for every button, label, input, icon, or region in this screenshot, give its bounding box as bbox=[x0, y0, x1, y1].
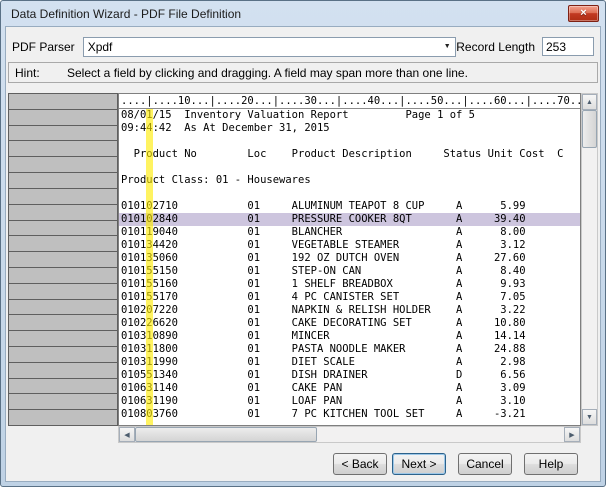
report-header-line[interactable]: 09:44:42 As At December 31, 2015 bbox=[119, 122, 580, 135]
horizontal-scrollbar[interactable]: ◀ ▶ bbox=[118, 426, 581, 443]
field-grid-cell bbox=[8, 283, 118, 300]
report-header-line[interactable]: Product Class: 01 - Housewares bbox=[119, 174, 580, 187]
report-header-line[interactable] bbox=[119, 135, 580, 148]
report-line[interactable]: 010119040 01 BLANCHER A 8.00 bbox=[119, 226, 580, 239]
field-grid-cell bbox=[8, 156, 118, 173]
report-line[interactable]: 010134420 01 VEGETABLE STEAMER A 3.12 bbox=[119, 239, 580, 252]
field-grid-cell bbox=[8, 346, 118, 363]
selected-column-highlight[interactable] bbox=[146, 109, 153, 425]
arrow-up-icon: ▲ bbox=[586, 99, 593, 106]
report-line[interactable]: 010551340 01 DISH DRAINER D 6.56 bbox=[119, 369, 580, 382]
field-grid-cell bbox=[8, 267, 118, 284]
report-text[interactable]: 08/01/15 Inventory Valuation Report Page… bbox=[119, 109, 580, 425]
field-grid-cell bbox=[8, 235, 118, 252]
report-line[interactable]: 010311990 01 DIET SCALE A 2.98 bbox=[119, 356, 580, 369]
chevron-down-icon[interactable]: ▼ bbox=[439, 43, 455, 50]
report-line[interactable]: 010102710 01 ALUMINUM TEAPOT 8 CUP A 5.9… bbox=[119, 200, 580, 213]
back-button[interactable]: < Back bbox=[333, 453, 387, 475]
scrollbar-corner bbox=[581, 426, 598, 443]
report-area[interactable]: ....|....10...|....20...|....30...|....4… bbox=[118, 93, 581, 426]
dialog-window: Data Definition Wizard - PDF File Defini… bbox=[0, 0, 606, 487]
window-title: Data Definition Wizard - PDF File Defini… bbox=[11, 7, 241, 21]
column-ruler: ....|....10...|....20...|....30...|....4… bbox=[119, 94, 580, 109]
report-line[interactable]: 010803760 01 7 PC KITCHEN TOOL SET A -3.… bbox=[119, 408, 580, 421]
field-grid-cell bbox=[8, 330, 118, 347]
close-icon: × bbox=[580, 8, 586, 19]
arrow-right-icon: ▶ bbox=[569, 431, 574, 439]
field-grid-cell bbox=[8, 188, 118, 205]
parser-row: PDF Parser Xpdf ▼ Record Length bbox=[12, 36, 594, 57]
title-bar[interactable]: Data Definition Wizard - PDF File Defini… bbox=[5, 1, 601, 26]
report-header-line[interactable]: 08/01/15 Inventory Valuation Report Page… bbox=[119, 109, 580, 122]
vertical-scroll-thumb[interactable] bbox=[582, 110, 597, 148]
field-grid-cell bbox=[8, 109, 118, 126]
hint-label: Hint: bbox=[9, 66, 67, 80]
pdf-parser-select[interactable]: Xpdf ▼ bbox=[83, 37, 457, 57]
report-line[interactable]: 010207220 01 NAPKIN & RELISH HOLDER A 3.… bbox=[119, 304, 580, 317]
scroll-up-button[interactable]: ▲ bbox=[582, 94, 597, 110]
cancel-button[interactable]: Cancel bbox=[458, 453, 512, 475]
arrow-left-icon: ◀ bbox=[124, 431, 129, 439]
help-button[interactable]: Help bbox=[524, 453, 578, 475]
report-line[interactable]: 010631140 01 CAKE PAN A 3.09 bbox=[119, 382, 580, 395]
report-line[interactable]: 010135060 01 192 OZ DUTCH OVEN A 27.60 bbox=[119, 252, 580, 265]
report-line[interactable]: 010102840 01 PRESSURE COOKER 8QT A 39.40 bbox=[119, 213, 580, 226]
report-header-line[interactable]: Product No Loc Product Description Statu… bbox=[119, 148, 580, 161]
scroll-down-button[interactable]: ▼ bbox=[582, 409, 597, 425]
pdf-parser-label: PDF Parser bbox=[12, 40, 75, 54]
pdf-preview: ....|....10...|....20...|....30...|....4… bbox=[8, 93, 598, 443]
report-line[interactable]: 010631190 01 LOAF PAN A 3.10 bbox=[119, 395, 580, 408]
vertical-scroll-track[interactable] bbox=[582, 110, 597, 409]
report-line[interactable]: 010155150 01 STEP-ON CAN A 8.40 bbox=[119, 265, 580, 278]
field-grid-cell bbox=[8, 251, 118, 268]
horizontal-scroll-thumb[interactable] bbox=[135, 427, 317, 442]
horizontal-scroll-track[interactable] bbox=[135, 427, 564, 442]
report-line[interactable]: 010155160 01 1 SHELF BREADBOX A 9.93 bbox=[119, 278, 580, 291]
field-grid-cell bbox=[8, 362, 118, 379]
field-grid-cell bbox=[8, 204, 118, 221]
close-button[interactable]: × bbox=[568, 5, 599, 22]
button-row: < Back Next > Cancel Help bbox=[328, 453, 578, 475]
next-button[interactable]: Next > bbox=[392, 453, 446, 475]
report-line[interactable]: 010311800 01 PASTA NOODLE MAKER A 24.88 bbox=[119, 343, 580, 356]
field-grid-cell bbox=[8, 393, 118, 410]
field-grid-cell bbox=[8, 93, 118, 110]
field-grid-cell bbox=[8, 172, 118, 189]
pdf-parser-value: Xpdf bbox=[84, 40, 440, 54]
scroll-left-button[interactable]: ◀ bbox=[119, 427, 135, 442]
field-grid-cell bbox=[8, 314, 118, 331]
field-grid-cell bbox=[8, 378, 118, 395]
dialog-client-area: PDF Parser Xpdf ▼ Record Length Hint: Se… bbox=[5, 26, 601, 482]
vertical-scrollbar[interactable]: ▲ ▼ bbox=[581, 93, 598, 426]
hint-text: Select a field by clicking and dragging.… bbox=[67, 66, 468, 80]
report-line[interactable]: 010310890 01 MINCER A 14.14 bbox=[119, 330, 580, 343]
report-line[interactable]: 010226620 01 CAKE DECORATING SET A 10.80 bbox=[119, 317, 580, 330]
record-length-label: Record Length bbox=[456, 40, 535, 54]
report-header-line[interactable] bbox=[119, 187, 580, 200]
field-grid-cell bbox=[8, 125, 118, 142]
scroll-right-button[interactable]: ▶ bbox=[564, 427, 580, 442]
arrow-down-icon: ▼ bbox=[586, 414, 593, 421]
field-grid-cell bbox=[8, 409, 118, 426]
field-grid-cell bbox=[8, 140, 118, 157]
field-grid-cell bbox=[8, 220, 118, 237]
hint-panel: Hint: Select a field by clicking and dra… bbox=[8, 62, 598, 83]
record-length-input[interactable] bbox=[542, 37, 594, 56]
report-line[interactable]: 010155170 01 4 PC CANISTER SET A 7.05 bbox=[119, 291, 580, 304]
field-grid bbox=[8, 93, 118, 426]
field-grid-cell bbox=[8, 299, 118, 316]
report-header-line[interactable] bbox=[119, 161, 580, 174]
